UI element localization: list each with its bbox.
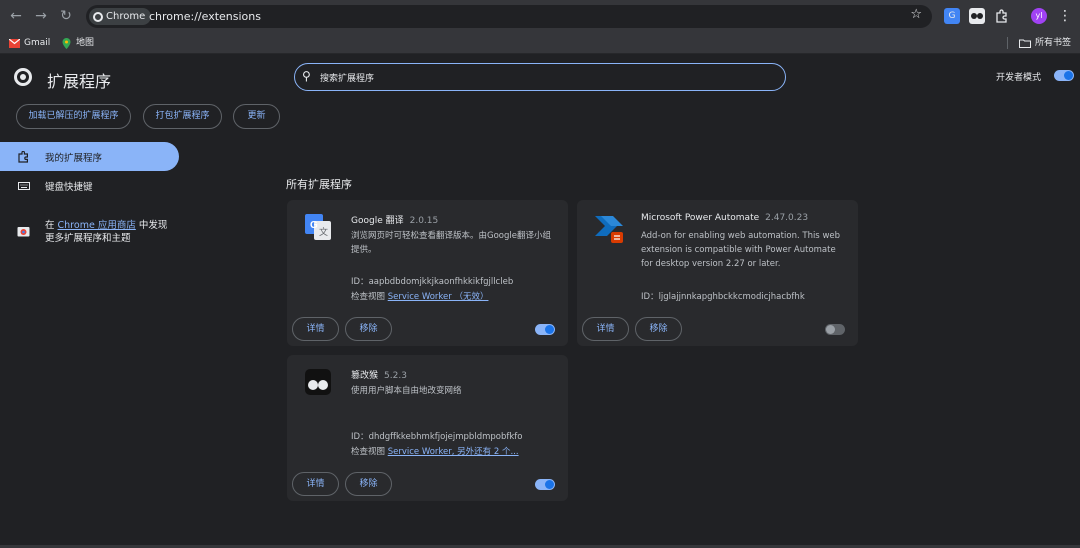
tampermonkey-icon	[305, 369, 331, 395]
bookmark-gmail[interactable]: Gmail	[9, 36, 50, 50]
folder-icon	[1019, 39, 1031, 48]
extension-name-text: Google 翻译	[351, 216, 404, 226]
extension-enable-toggle[interactable]	[535, 324, 555, 335]
search-placeholder: 搜索扩展程序	[320, 74, 375, 84]
extensions-puzzle-icon[interactable]	[994, 8, 1010, 24]
dev-mode-toggle[interactable]	[1054, 70, 1074, 81]
back-icon[interactable]: ←	[6, 6, 26, 26]
sidebar-item-label: 键盘快捷键	[45, 182, 93, 193]
extension-card-google-translate: G 文 Google 翻译 2.0.15 浏览网页时可轻松查看翻译版本。由Goog…	[287, 200, 568, 346]
page-title: 扩展程序	[47, 72, 112, 91]
load-unpacked-button[interactable]: 加载已解压的扩展程序	[16, 104, 131, 129]
puzzle-icon	[18, 151, 28, 163]
extension-version: 5.2.3	[384, 371, 407, 381]
google-translate-icon: G 文	[305, 214, 331, 240]
search-icon: ⚲	[302, 69, 311, 83]
bookmark-maps[interactable]: 地图	[61, 36, 94, 50]
browser-toolbar: ← → ↻ Chrome chrome://extensions ☆ G yl …	[0, 0, 1080, 32]
all-bookmarks-label: 所有书签	[1035, 38, 1072, 48]
reload-icon[interactable]: ↻	[56, 6, 76, 26]
url-text[interactable]: chrome://extensions	[149, 8, 261, 25]
sidebar-item-keyboard-shortcuts[interactable]: 键盘快捷键	[18, 179, 93, 193]
forward-icon[interactable]: →	[31, 6, 51, 26]
extension-name: 篡改猴 5.2.3	[351, 368, 407, 381]
web-store-promo: 在 Chrome 应用商店 中发现更多扩展程序和主题	[45, 219, 175, 245]
chrome-extensions-logo-icon	[14, 68, 32, 86]
extension-id: ID：ljglajjnnkapghbckkcmodicjhacbfhk	[641, 290, 805, 302]
chrome-icon	[93, 11, 103, 22]
address-bar[interactable]: Chrome chrome://extensions ☆	[86, 5, 932, 28]
remove-button[interactable]: 移除	[345, 317, 392, 341]
bookmark-star-icon[interactable]: ☆	[910, 7, 922, 22]
remove-button[interactable]: 移除	[345, 472, 392, 496]
omnibox-chip[interactable]: Chrome	[89, 8, 152, 25]
extension-id-label: ID：	[641, 292, 659, 302]
bookmark-label: Gmail	[24, 38, 51, 48]
extension-enable-toggle[interactable]	[535, 479, 555, 490]
sidebar-item-my-extensions[interactable]: 我的扩展程序	[18, 150, 102, 164]
extension-version: 2.0.15	[409, 216, 439, 226]
extension-id-value: dhdgffkkebhmkfjojejmpbldmpobfkfo	[368, 432, 523, 442]
extension-name: Microsoft Power Automate 2.47.0.23	[641, 213, 808, 223]
svg-text:G: G	[310, 220, 318, 231]
extension-card-tampermonkey: 篡改猴 5.2.3 使用用户脚本自由地改变网络 ID：dhdgffkkebhmkf…	[287, 355, 568, 501]
extension-description: 浏览网页时可轻松查看翻译版本。由Google翻译小组提供。	[351, 231, 551, 255]
extension-id: ID：dhdgffkkebhmkfjojejmpbldmpobfkfo	[351, 430, 522, 442]
svg-text:文: 文	[319, 226, 328, 238]
pack-extension-button[interactable]: 打包扩展程序	[143, 104, 222, 129]
bookmark-label: 地图	[76, 38, 95, 48]
extension-id-label: ID：	[351, 277, 369, 287]
omnibox-chip-label: Chrome	[106, 11, 146, 22]
chrome-web-store-link[interactable]: Chrome 应用商店	[58, 220, 136, 231]
section-title: 所有扩展程序	[286, 178, 352, 191]
extension-name: Google 翻译 2.0.15	[351, 213, 438, 226]
search-input[interactable]: ⚲ 搜索扩展程序	[294, 63, 786, 91]
store-prefix: 在	[45, 220, 58, 231]
extension-id-label: ID：	[351, 432, 369, 442]
inspect-views: 检查视图 Service Worker, 另外还有 2 个...	[351, 445, 519, 457]
translate-extension-icon[interactable]: G	[944, 8, 960, 24]
service-worker-link[interactable]: Service Worker, 另外还有 2 个...	[388, 447, 519, 457]
sidebar-item-label: 我的扩展程序	[45, 153, 103, 164]
extension-id: ID：aapbdbdomjkkjkaonfhkkikfgjllcleb	[351, 275, 513, 287]
bookmark-separator	[1007, 37, 1008, 49]
inspect-views: 检查视图 Service Worker （无效）	[351, 290, 488, 302]
power-automate-icon	[595, 216, 623, 243]
details-button[interactable]: 详情	[582, 317, 629, 341]
details-button[interactable]: 详情	[292, 317, 339, 341]
extension-id-value: ljglajjnnkapghbckkcmodicjhacbfhk	[658, 292, 805, 302]
dev-mode-label: 开发者模式	[996, 73, 1042, 83]
extension-description: 使用用户脚本自由地改变网络	[351, 386, 462, 396]
all-bookmarks-folder[interactable]: 所有书签	[1019, 36, 1071, 50]
extension-enable-toggle[interactable]	[825, 324, 845, 335]
keyboard-icon	[18, 182, 30, 190]
extension-id-value: aapbdbdomjkkjkaonfhkkikfgjllcleb	[368, 277, 514, 287]
profile-avatar[interactable]: yl	[1031, 8, 1047, 24]
update-button[interactable]: 更新	[233, 104, 280, 129]
inspect-views-label: 检查视图	[351, 292, 388, 302]
extension-description: Add-on for enabling web automation. This…	[641, 231, 841, 269]
extension-name-text: 篡改猴	[351, 371, 379, 381]
service-worker-link[interactable]: Service Worker （无效）	[388, 292, 489, 302]
remove-button[interactable]: 移除	[635, 317, 682, 341]
extension-name-text: Microsoft Power Automate	[641, 213, 760, 223]
details-button[interactable]: 详情	[292, 472, 339, 496]
menu-kebab-icon[interactable]: ⋮	[1055, 6, 1075, 26]
tampermonkey-extension-icon[interactable]	[969, 8, 985, 24]
inspect-views-label: 检查视图	[351, 447, 388, 457]
extension-version: 2.47.0.23	[765, 213, 809, 223]
maps-pin-icon	[62, 37, 71, 49]
bookmarks-bar: Gmail 地图 所有书签	[0, 32, 1080, 54]
chrome-web-store-icon	[17, 227, 30, 237]
extension-card-power-automate: Microsoft Power Automate 2.47.0.23 Add-on…	[577, 200, 858, 346]
gmail-icon	[9, 38, 20, 48]
